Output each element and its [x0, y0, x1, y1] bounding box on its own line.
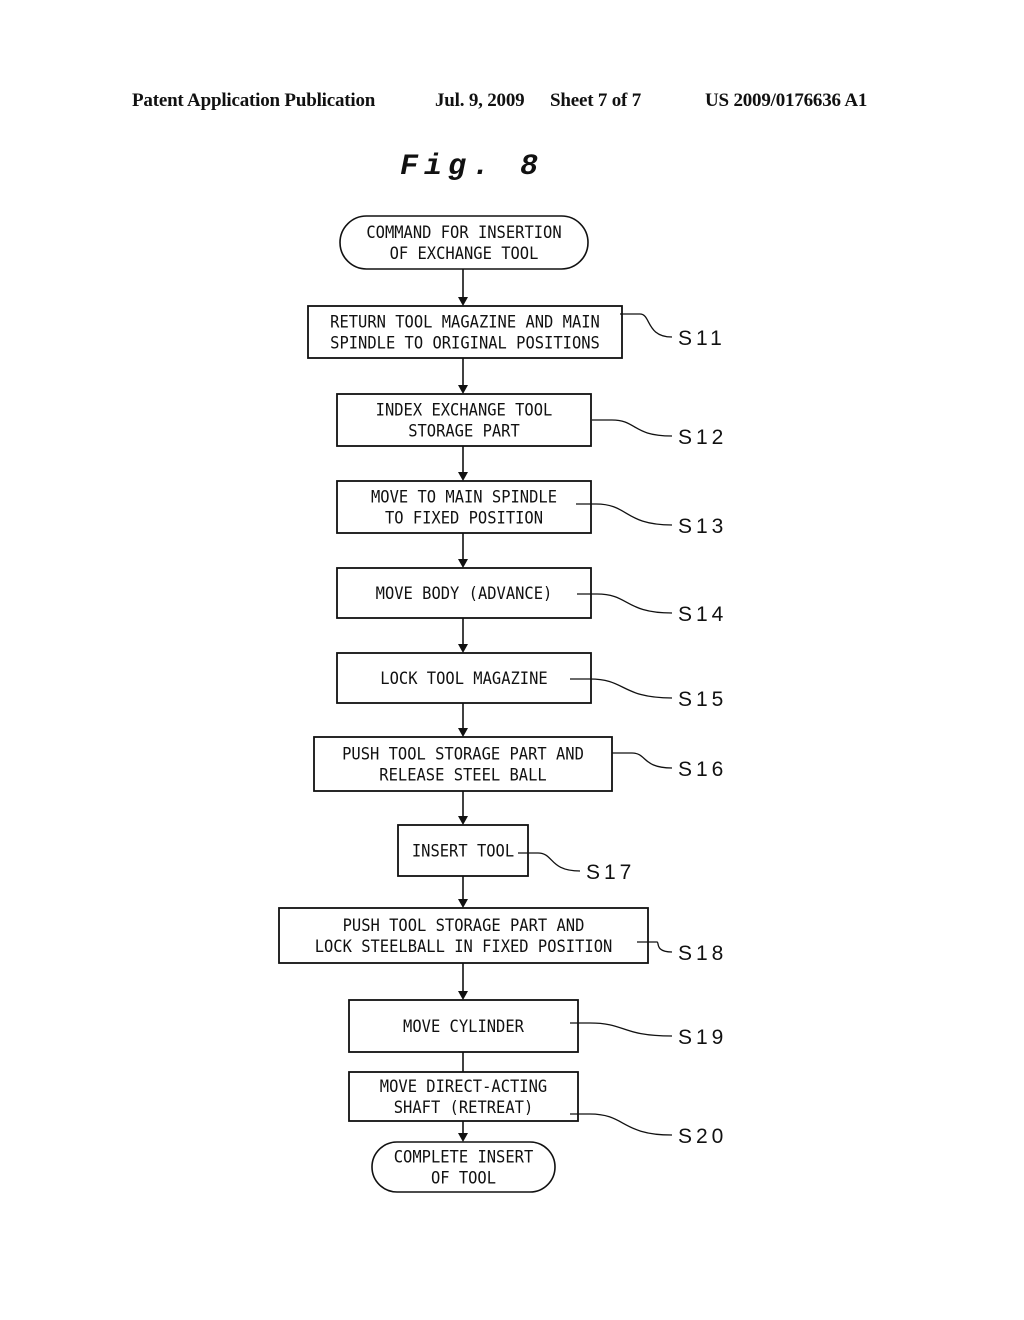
- terminal-end: COMPLETE INSERTOF TOOL: [371, 1141, 556, 1193]
- node-text-line: COMMAND FOR INSERTION: [366, 223, 561, 243]
- connector-s17-s18: [458, 876, 468, 908]
- step-id: S20: [678, 1125, 727, 1148]
- connector-s20-end: [458, 1121, 468, 1142]
- node-text-line: PUSH TOOL STORAGE PART AND: [342, 745, 584, 765]
- leader-line: [612, 752, 673, 769]
- node-text-line: LOCK TOOL MAGAZINE: [380, 669, 547, 689]
- connector-s12-s13: [458, 446, 468, 481]
- node-text-line: SHAFT (RETREAT): [394, 1098, 534, 1118]
- arrowhead-icon: [458, 899, 468, 908]
- step-id: S13: [678, 515, 727, 538]
- step-label-s11: S11: [620, 313, 726, 350]
- process-step-s20: MOVE DIRECT-ACTINGSHAFT (RETREAT): [348, 1071, 579, 1122]
- arrowhead-icon: [458, 385, 468, 394]
- process-step-s13: MOVE TO MAIN SPINDLETO FIXED POSITION: [336, 480, 592, 534]
- arrowhead-icon: [458, 472, 468, 481]
- leader-line: [570, 1113, 673, 1136]
- step-id: S19: [678, 1026, 727, 1049]
- step-label-s15: S15: [570, 678, 727, 711]
- connector-start-s11: [458, 269, 468, 306]
- step-label-s18: S18: [637, 941, 727, 965]
- step-label-s20: S20: [570, 1113, 727, 1148]
- arrowhead-icon: [458, 297, 468, 306]
- step-id: S18: [678, 942, 727, 965]
- process-step-s18: PUSH TOOL STORAGE PART ANDLOCK STEELBALL…: [278, 907, 649, 964]
- process-step-s17: INSERT TOOL: [397, 824, 529, 877]
- connector-s13-s14: [458, 533, 468, 568]
- node-text-line: RELEASE STEEL BALL: [379, 766, 546, 786]
- step-id: S14: [678, 603, 727, 626]
- node-text-line: COMPLETE INSERT: [394, 1148, 534, 1168]
- step-label-s16: S16: [612, 752, 727, 781]
- leader-line: [620, 313, 673, 338]
- node-text-line: MOVE TO MAIN SPINDLE: [371, 488, 557, 508]
- step-id: S12: [678, 426, 727, 449]
- flowchart: COMMAND FOR INSERTIONOF EXCHANGE TOOL RET…: [278, 215, 727, 1193]
- connector-s16-s17: [458, 791, 468, 825]
- node-text-line: STORAGE PART: [408, 422, 520, 442]
- node-text-line: OF TOOL: [431, 1169, 496, 1189]
- connector-s18-s19: [458, 963, 468, 1000]
- node-text-line: RETURN TOOL MAGAZINE AND MAIN: [330, 313, 600, 333]
- arrowhead-icon: [458, 816, 468, 825]
- node-text-line: OF EXCHANGE TOOL: [390, 244, 539, 264]
- leader-line: [592, 419, 673, 437]
- process-step-s15: LOCK TOOL MAGAZINE: [336, 652, 592, 704]
- node-text-line: PUSH TOOL STORAGE PART AND: [343, 916, 585, 936]
- node-text-line: SPINDLE TO ORIGINAL POSITIONS: [330, 334, 600, 354]
- arrowhead-icon: [458, 1133, 468, 1142]
- step-label-s17: S17: [518, 852, 635, 884]
- arrowhead-icon: [458, 728, 468, 737]
- connector-s15-s16: [458, 703, 468, 737]
- step-id: S16: [678, 758, 727, 781]
- step-id: S17: [586, 861, 635, 884]
- process-step-s14: MOVE BODY (ADVANCE): [336, 567, 592, 619]
- terminal-start: COMMAND FOR INSERTIONOF EXCHANGE TOOL: [339, 215, 589, 270]
- arrowhead-icon: [458, 559, 468, 568]
- connector-s11-s12: [458, 358, 468, 394]
- step-id: S15: [678, 688, 727, 711]
- arrowhead-icon: [458, 991, 468, 1000]
- process-step-s12: INDEX EXCHANGE TOOLSTORAGE PART: [336, 393, 592, 447]
- step-label-s12: S12: [592, 419, 727, 449]
- leader-line: [570, 1022, 673, 1037]
- process-step-s19: MOVE CYLINDER: [348, 999, 579, 1053]
- arrowhead-icon: [458, 644, 468, 653]
- step-id: S11: [678, 327, 726, 350]
- connector-s14-s15: [458, 618, 468, 653]
- node-text-line: MOVE DIRECT-ACTING: [380, 1077, 547, 1097]
- node-text-line: TO FIXED POSITION: [385, 509, 543, 529]
- process-step-s11: RETURN TOOL MAGAZINE AND MAINSPINDLE TO …: [307, 305, 623, 359]
- step-label-s14: S14: [577, 593, 727, 626]
- process-step-s16: PUSH TOOL STORAGE PART ANDRELEASE STEEL …: [313, 736, 613, 792]
- node-text-line: INDEX EXCHANGE TOOL: [376, 401, 553, 421]
- node-text-line: MOVE BODY (ADVANCE): [376, 584, 553, 604]
- node-text-line: LOCK STEELBALL IN FIXED POSITION: [315, 937, 613, 957]
- node-text-line: MOVE CYLINDER: [403, 1017, 525, 1037]
- node-text-line: INSERT TOOL: [412, 842, 514, 862]
- step-label-s19: S19: [570, 1022, 727, 1049]
- step-label-s13: S13: [576, 503, 727, 538]
